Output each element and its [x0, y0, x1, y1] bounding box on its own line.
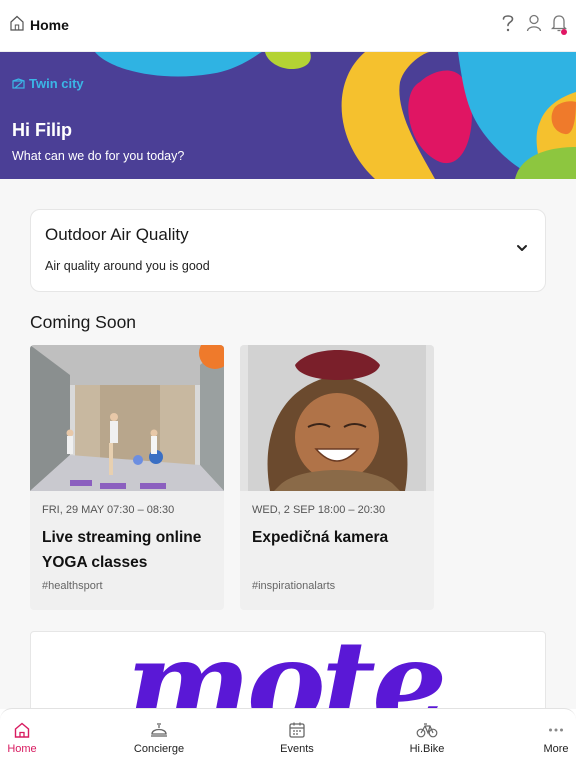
tab-label: Hi.Bike	[409, 743, 445, 755]
page-title: Home	[30, 17, 69, 33]
notification-badge	[561, 29, 567, 35]
bottom-tab-bar: Home Concierge Events Hi.Bike More	[0, 708, 576, 768]
top-bar: Home	[0, 0, 576, 52]
tab-label: Home	[7, 743, 37, 755]
event-card[interactable]: FRI, 29 MAY 07:30 – 08:30 Live streaming…	[30, 345, 224, 610]
bike-icon	[416, 723, 438, 738]
air-quality-card[interactable]: Outdoor Air Quality Air quality around y…	[30, 209, 546, 292]
event-date: FRI, 29 MAY 07:30 – 08:30	[42, 504, 175, 516]
tab-label: Concierge	[133, 743, 185, 755]
home-icon	[14, 722, 30, 738]
main-content: Outdoor Air Quality Air quality around y…	[0, 179, 576, 709]
greeting-heading: Hi Filip	[12, 120, 72, 140]
tab-label: More	[543, 743, 569, 755]
home-icon[interactable]	[10, 15, 24, 31]
event-image-yoga	[30, 345, 224, 491]
tab-concierge[interactable]: Concierge	[124, 709, 194, 768]
help-icon[interactable]	[500, 13, 516, 33]
event-date: WED, 2 SEP 18:00 – 20:30	[252, 504, 386, 516]
tab-hibike[interactable]: Hi.Bike	[402, 709, 452, 768]
event-card[interactable]: WED, 2 SEP 18:00 – 20:30 Expedičná kamer…	[240, 345, 434, 610]
air-quality-title: Outdoor Air Quality	[45, 225, 189, 244]
concierge-icon	[151, 723, 167, 737]
promo-card[interactable]: mote	[30, 631, 546, 709]
city-label[interactable]: Twin city	[12, 76, 84, 91]
tab-more[interactable]: More	[536, 709, 576, 768]
greeting-subtitle: What can we do for you today?	[12, 149, 185, 163]
event-tag[interactable]: #healthsport	[42, 580, 103, 592]
profile-icon[interactable]	[526, 13, 542, 33]
hero-banner: Twin city Hi Filip What can we do for yo…	[0, 52, 576, 179]
tab-events[interactable]: Events	[272, 709, 322, 768]
chevron-down-icon[interactable]	[516, 243, 528, 253]
air-quality-status: Air quality around you is good	[45, 259, 210, 273]
event-title: Expedičná kamera	[252, 529, 389, 546]
tab-label: Events	[280, 743, 314, 755]
event-tag[interactable]: #inspirationalarts	[252, 580, 335, 592]
event-image-camera	[240, 345, 434, 491]
more-icon	[549, 728, 563, 732]
coming-soon-heading: Coming Soon	[30, 312, 137, 332]
tab-home[interactable]: Home	[0, 709, 44, 768]
promo-logo: mote	[126, 631, 447, 709]
city-icon	[12, 77, 25, 89]
event-title: Live streaming online YOGA classes	[42, 529, 202, 571]
calendar-icon	[289, 722, 305, 738]
city-name: Twin city	[29, 76, 84, 91]
